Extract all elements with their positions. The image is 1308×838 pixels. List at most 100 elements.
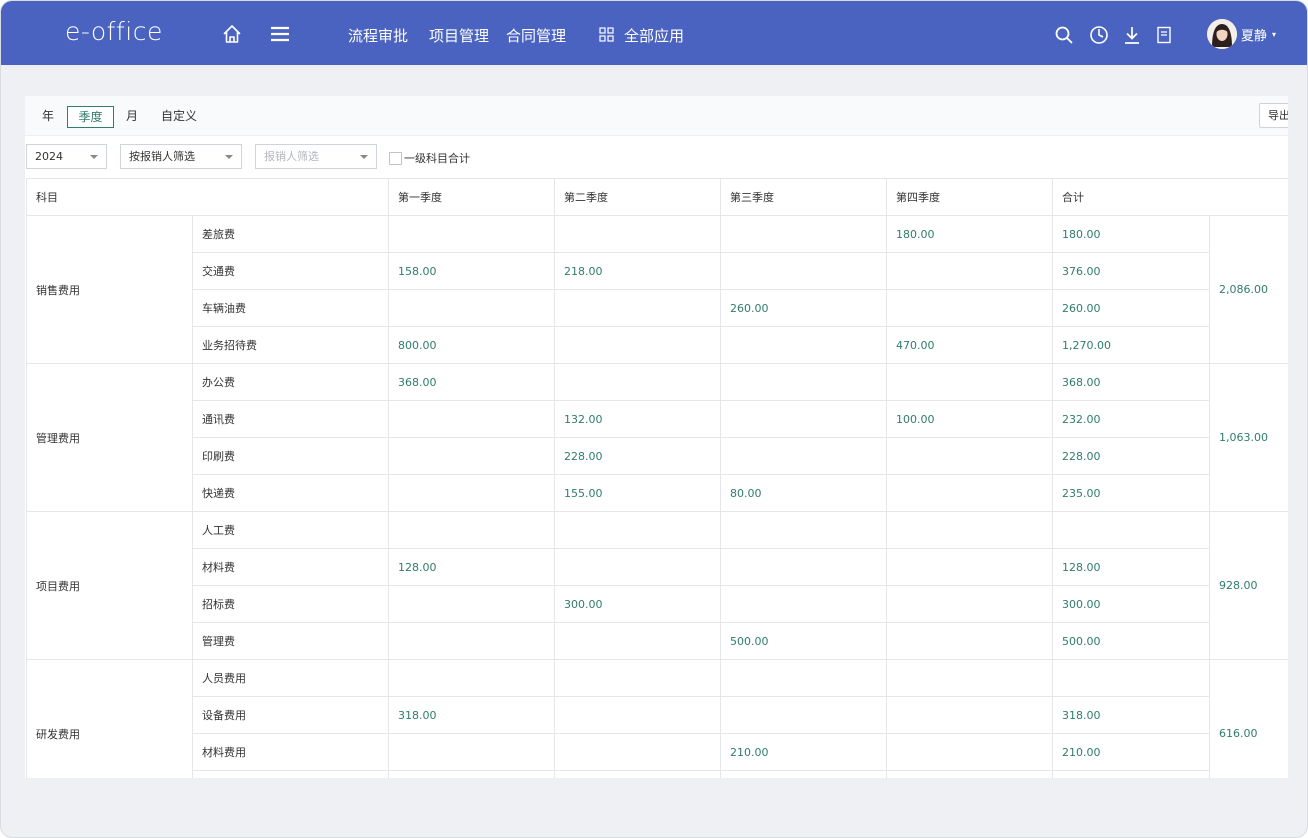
q4-value-cell	[886, 770, 1053, 778]
menu-icon[interactable]	[269, 23, 291, 45]
q2-value-cell	[554, 696, 721, 734]
item-cell: 人工费	[192, 511, 389, 549]
q1-value-cell	[388, 770, 555, 778]
q4-value-cell	[886, 474, 1053, 512]
q4-value-cell	[886, 696, 1053, 734]
q1-value-cell	[388, 289, 555, 327]
item-cell: 材料费用	[192, 733, 389, 771]
q3-value-cell	[720, 363, 887, 401]
reporter-select[interactable]: 报销人筛选	[255, 144, 377, 169]
item-cell: 办公费	[192, 363, 389, 401]
table-row: 快递费 155.00 80.00 235.00	[27, 474, 1289, 512]
table-row: 管理费用 办公费 368.00 368.00 1,063.00	[26, 363, 1288, 512]
nav-workflow-approval[interactable]: 流程审批	[348, 25, 408, 46]
row-total-cell: 300.00	[1052, 585, 1210, 623]
nav-contract-management[interactable]: 合同管理	[506, 25, 566, 46]
table-row: 研发费用 人员费用 616.00	[26, 659, 1288, 778]
item-cell: 差旅费	[192, 215, 389, 253]
nav-project-management[interactable]: 项目管理	[429, 25, 489, 46]
expense-report-table: 科目 第一季度 第二季度 第三季度 第四季度 合计 销售费用 差旅费 180.00 1…	[26, 178, 1288, 778]
q3-value-cell	[720, 770, 887, 778]
q3-value-cell: 260.00	[720, 289, 887, 327]
year-select[interactable]: 2024	[26, 144, 107, 169]
avatar[interactable]	[1207, 19, 1237, 49]
row-total-cell: 500.00	[1052, 622, 1210, 660]
q3-value-cell	[720, 400, 887, 438]
q1-value-cell	[388, 437, 555, 475]
table-row: 印刷费 228.00 228.00	[27, 437, 1289, 475]
item-cell	[192, 770, 389, 778]
q2-value-cell	[554, 511, 721, 549]
tab-custom[interactable]: 自定义	[159, 106, 199, 128]
q2-value-cell	[554, 770, 721, 778]
item-cell: 人员费用	[192, 659, 389, 697]
q2-value-cell	[554, 733, 721, 771]
item-cell: 交通费	[192, 252, 389, 290]
row-total-cell: 128.00	[1052, 548, 1210, 586]
filter-mode-value: 按报销人筛选	[129, 150, 195, 163]
column-header-total: 合计	[1052, 178, 1288, 216]
item-cell: 通讯费	[192, 400, 389, 438]
home-icon[interactable]	[221, 23, 243, 45]
q2-value-cell	[554, 215, 721, 253]
category-cell: 销售费用	[26, 215, 193, 364]
item-cell: 管理费	[192, 622, 389, 660]
level1-subtotal-toggle[interactable]: 一级科目合计	[389, 150, 470, 166]
app-window: e-office 流程审批 项目管理 合同管理 全部应用 夏静 ▾ 年 季度 月…	[0, 0, 1308, 838]
category-cell: 研发费用	[26, 659, 193, 778]
category-cell: 项目费用	[26, 511, 193, 660]
row-total-cell: 235.00	[1052, 474, 1210, 512]
table-row: 设备费用 318.00 318.00	[27, 696, 1289, 734]
tab-quarter[interactable]: 季度	[67, 106, 114, 128]
table-row: 业务招待费 800.00 470.00 1,270.00	[27, 326, 1289, 364]
q4-value-cell	[886, 733, 1053, 771]
q4-value-cell	[886, 548, 1053, 586]
q4-value-cell	[886, 437, 1053, 475]
q1-value-cell	[388, 585, 555, 623]
table-row: 通讯费 132.00 100.00 232.00	[27, 400, 1289, 438]
export-button[interactable]: 导出	[1259, 103, 1288, 128]
column-header-q2: 第二季度	[554, 178, 721, 216]
q4-value-cell: 100.00	[886, 400, 1053, 438]
q1-value-cell: 128.00	[388, 548, 555, 586]
top-navigation-bar: e-office 流程审批 项目管理 合同管理 全部应用 夏静 ▾	[1, 1, 1307, 65]
q2-value-cell: 155.00	[554, 474, 721, 512]
tab-month[interactable]: 月	[121, 106, 143, 128]
q1-value-cell	[388, 733, 555, 771]
search-icon[interactable]	[1054, 25, 1074, 45]
clock-icon[interactable]	[1089, 25, 1109, 45]
q3-value-cell	[720, 659, 887, 697]
grid-icon[interactable]	[599, 27, 614, 42]
item-cell: 材料费	[192, 548, 389, 586]
user-menu[interactable]: 夏静 ▾	[1207, 19, 1276, 49]
document-icon[interactable]	[1155, 26, 1173, 44]
table-row: 交通费 158.00 218.00 376.00	[27, 252, 1289, 290]
tab-year[interactable]: 年	[37, 106, 59, 128]
q1-value-cell: 158.00	[388, 252, 555, 290]
q1-value-cell	[388, 511, 555, 549]
filter-mode-select[interactable]: 按报销人筛选	[120, 144, 242, 169]
q2-value-cell: 300.00	[554, 585, 721, 623]
row-total-cell: 260.00	[1052, 289, 1210, 327]
category-total-cell: 616.00	[1209, 659, 1288, 778]
q1-value-cell: 318.00	[388, 696, 555, 734]
app-logo[interactable]: e-office	[65, 17, 163, 46]
q2-value-cell: 218.00	[554, 252, 721, 290]
q2-value-cell	[554, 659, 721, 697]
level1-subtotal-checkbox[interactable]	[389, 151, 402, 165]
q1-value-cell	[388, 215, 555, 253]
q3-value-cell	[720, 252, 887, 290]
q3-value-cell	[720, 326, 887, 364]
level1-subtotal-label: 一级科目合计	[404, 152, 470, 165]
row-total-cell: 232.00	[1052, 400, 1210, 438]
item-cell: 招标费	[192, 585, 389, 623]
download-icon[interactable]	[1122, 25, 1142, 45]
column-header-q1: 第一季度	[388, 178, 555, 216]
q3-value-cell	[720, 696, 887, 734]
item-cell: 设备费用	[192, 696, 389, 734]
filter-bar: 2024 按报销人筛选 报销人筛选 一级科目合计	[25, 136, 1288, 178]
q4-value-cell	[886, 363, 1053, 401]
q1-value-cell	[388, 659, 555, 697]
q3-value-cell: 80.00	[720, 474, 887, 512]
nav-all-apps[interactable]: 全部应用	[624, 25, 684, 46]
